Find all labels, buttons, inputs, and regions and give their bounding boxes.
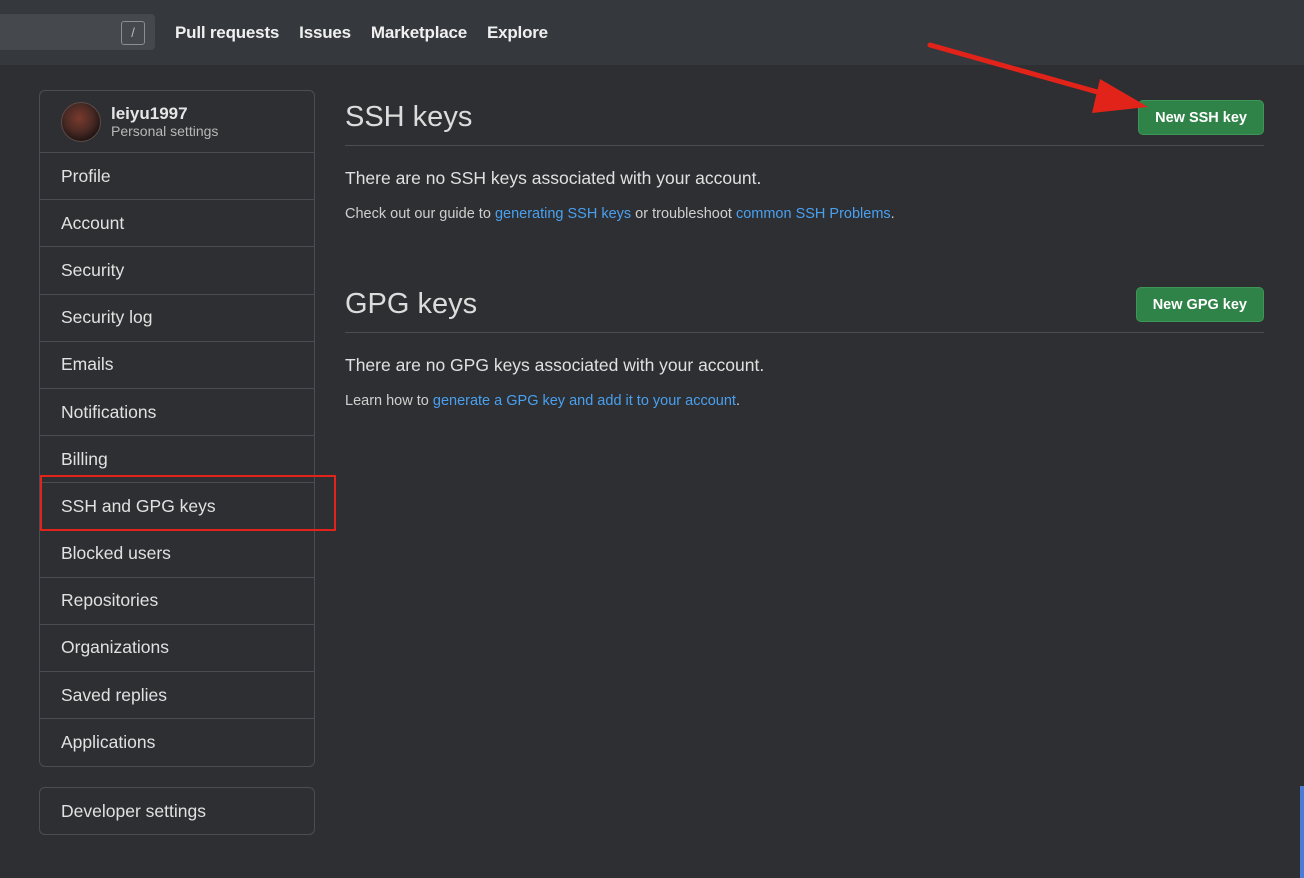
nav-marketplace[interactable]: Marketplace xyxy=(371,23,467,43)
generating-ssh-keys-link[interactable]: generating SSH keys xyxy=(495,206,631,222)
user-header[interactable]: leiyu1997 Personal settings xyxy=(40,91,314,153)
ssh-help-mid: or troubleshoot xyxy=(631,206,736,222)
settings-sidebar: leiyu1997 Personal settings Profile Acco… xyxy=(39,90,315,768)
sidebar-item-emails[interactable]: Emails xyxy=(40,342,314,389)
sidebar-item-billing[interactable]: Billing xyxy=(40,436,314,484)
new-gpg-key-button[interactable]: New GPG key xyxy=(1135,287,1264,322)
ssh-help-text: Check out our guide to generating SSH ke… xyxy=(345,206,1264,222)
sidebar-item-security[interactable]: Security xyxy=(40,247,314,295)
ssh-help-suffix: . xyxy=(890,206,895,222)
ssh-keys-title: SSH keys xyxy=(345,101,473,133)
sidebar-item-developer-settings[interactable]: Developer settings xyxy=(39,787,315,835)
gpg-empty-message: There are no GPG keys associated with yo… xyxy=(345,355,765,375)
ssh-keys-section: SSH keys New SSH key There are no SSH ke… xyxy=(345,90,1264,222)
gpg-keys-header: GPG keys New GPG key xyxy=(345,277,1264,333)
scrollbar-edge[interactable] xyxy=(1300,786,1304,878)
global-nav: Pull requests Issues Marketplace Explore xyxy=(175,0,568,65)
nav-explore[interactable]: Explore xyxy=(487,23,548,43)
sidebar-item-applications[interactable]: Applications xyxy=(40,719,314,766)
sidebar-item-profile[interactable]: Profile xyxy=(40,153,314,201)
top-navigation-bar: / Pull requests Issues Marketplace Explo… xyxy=(0,0,1304,65)
search-input[interactable]: / xyxy=(0,14,155,50)
gpg-keys-title: GPG keys xyxy=(345,288,478,320)
sidebar-item-repositories[interactable]: Repositories xyxy=(40,578,314,625)
sidebar-item-security-log[interactable]: Security log xyxy=(40,295,314,342)
ssh-help-prefix: Check out our guide to xyxy=(345,206,495,222)
common-ssh-problems-link[interactable]: common SSH Problems xyxy=(736,206,891,222)
sidebar-item-account[interactable]: Account xyxy=(40,200,314,248)
gpg-help-suffix: . xyxy=(735,393,740,409)
nav-pull-requests[interactable]: Pull requests xyxy=(175,23,279,43)
avatar[interactable] xyxy=(61,101,101,142)
sidebar-item-saved-replies[interactable]: Saved replies xyxy=(40,672,314,720)
new-ssh-key-button[interactable]: New SSH key xyxy=(1138,100,1264,135)
sidebar-item-notifications[interactable]: Notifications xyxy=(40,389,314,437)
sidebar-item-ssh-gpg-keys[interactable]: SSH and GPG keys xyxy=(40,483,314,531)
user-subtitle: Personal settings xyxy=(111,122,219,139)
gpg-keys-section: GPG keys New GPG key There are no GPG ke… xyxy=(345,277,1264,409)
username: leiyu1997 xyxy=(111,103,188,123)
ssh-empty-message: There are no SSH keys associated with yo… xyxy=(345,168,762,188)
nav-issues[interactable]: Issues xyxy=(299,23,351,43)
sidebar-item-organizations[interactable]: Organizations xyxy=(40,625,314,673)
sidebar-item-blocked-users[interactable]: Blocked users xyxy=(40,531,314,578)
gpg-help-text: Learn how to generate a GPG key and add … xyxy=(345,393,1264,409)
gpg-help-prefix: Learn how to xyxy=(345,393,433,409)
search-shortcut-key: / xyxy=(121,21,145,45)
ssh-keys-header: SSH keys New SSH key xyxy=(345,90,1264,146)
generate-gpg-key-link[interactable]: generate a GPG key and add it to your ac… xyxy=(433,393,736,409)
